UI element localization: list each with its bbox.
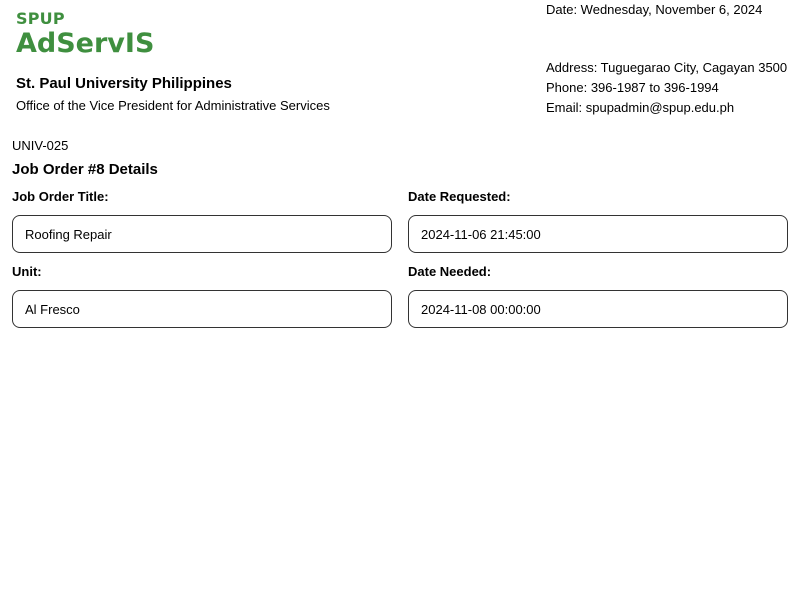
date-needed-field[interactable]: 2024-11-08 00:00:00 [408,290,788,328]
brand-acronym: SPUP [16,9,65,28]
job-order-title-field[interactable]: Roofing Repair [12,215,392,253]
date-requested-label: Date Requested: [408,189,511,204]
unit-label: Unit: [12,264,42,279]
page-title: Job Order #8 Details [12,161,158,178]
university-name: St. Paul University Philippines [16,75,232,92]
date-requested-field[interactable]: 2024-11-06 21:45:00 [408,215,788,253]
current-date: Date: Wednesday, November 6, 2024 [546,2,763,17]
job-order-title-label: Job Order Title: [12,189,109,204]
date-needed-label: Date Needed: [408,264,492,279]
phone-text: Phone: 396-1987 to 396-1994 [546,80,719,95]
email-text: Email: spupadmin@spup.edu.ph [546,100,735,115]
contact-info: Address: Tuguegarao City, Cagayan 3500 P… [546,58,787,118]
address-text: Address: Tuguegarao City, Cagayan 3500 [546,60,788,75]
brand-logo-text: AdServIS [16,28,155,59]
unit-code: UNIV-025 [12,138,69,153]
office-name: Office of the Vice President for Adminis… [16,98,330,113]
unit-field[interactable]: Al Fresco [12,290,392,328]
